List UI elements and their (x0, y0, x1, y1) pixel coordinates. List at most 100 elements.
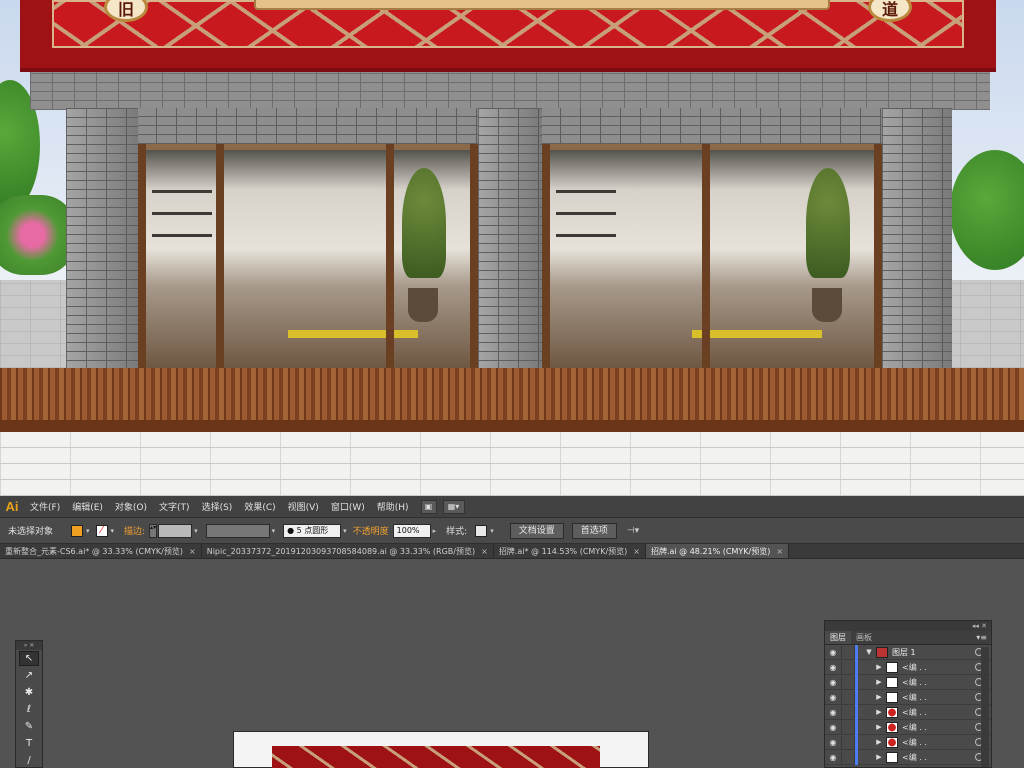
sublayer-row[interactable]: ◉ ▶ <编 . . (825, 689, 991, 705)
menu-view[interactable]: 视图(V) (282, 500, 325, 513)
panel-menu-icon[interactable]: ▾≡ (976, 631, 991, 644)
artboard[interactable] (233, 731, 649, 768)
sublayer-name[interactable]: <编 . . (902, 707, 975, 718)
layer-name[interactable]: 图层 1 (892, 647, 975, 658)
menu-file[interactable]: 文件(F) (24, 500, 66, 513)
stroke-weight-stepper[interactable]: ▴▾ (149, 523, 158, 538)
eye-icon[interactable]: ◉ (825, 723, 841, 732)
eye-icon[interactable]: ◉ (825, 693, 841, 702)
layers-panel-tabs: 图层 画板 ▾≡ (825, 631, 991, 645)
sublayer-name[interactable]: <编 . . (902, 722, 975, 733)
stroke-dropdown-icon[interactable]: ▾ (109, 527, 117, 535)
stroke-weight-dropdown-icon[interactable]: ▾ (192, 527, 200, 535)
sublayer-row[interactable]: ◉ ▶ <编 . . (825, 734, 991, 750)
chevron-right-icon[interactable]: ▶ (874, 678, 884, 686)
eye-icon[interactable]: ◉ (825, 753, 841, 762)
document-tab[interactable]: Nipic_20337372_20191203093708584089.ai @… (201, 544, 494, 558)
lock-toggle[interactable] (841, 705, 855, 719)
lock-toggle[interactable] (841, 690, 855, 704)
chevron-down-icon[interactable]: ▼ (864, 648, 874, 656)
close-icon[interactable]: × (189, 547, 196, 556)
layers-scrollbar[interactable] (981, 647, 989, 767)
chevron-right-icon[interactable]: ▶ (874, 693, 884, 701)
sublayer-name[interactable]: <编 . . (902, 692, 975, 703)
graphic-style-swatch[interactable] (475, 524, 488, 537)
lock-toggle[interactable] (841, 720, 855, 734)
sublayer-name[interactable]: <编 . . (902, 752, 975, 763)
lock-toggle[interactable] (841, 675, 855, 689)
eye-icon[interactable]: ◉ (825, 708, 841, 717)
document-setup-button[interactable]: 文档设置 (509, 522, 564, 539)
profile-dropdown-icon[interactable]: ▾ (270, 527, 278, 535)
eye-icon[interactable]: ◉ (825, 678, 841, 687)
chevron-right-icon[interactable]: ▶ (874, 663, 884, 671)
brush-definition[interactable]: ● 5 点圆形 (283, 523, 342, 538)
sublayer-row[interactable]: ◉ ▶ <编 . . (825, 749, 991, 765)
chevron-right-icon[interactable]: ▶ (874, 753, 884, 761)
menu-select[interactable]: 选择(S) (196, 500, 239, 513)
sublayer-name[interactable]: <编 . . (902, 737, 975, 748)
lock-toggle[interactable] (841, 750, 855, 764)
document-tab[interactable]: 重新整合_元素-CS6.ai* @ 33.33% (CMYK/预览) × (0, 544, 202, 558)
variable-width-profile[interactable] (205, 523, 270, 538)
bridge-icon[interactable]: ▣ (420, 499, 437, 514)
close-icon[interactable]: × (776, 547, 783, 556)
stroke-swatch[interactable]: ⁄ (95, 524, 108, 537)
close-icon[interactable]: × (633, 547, 640, 556)
stroke-label[interactable]: 描边: (120, 524, 149, 537)
document-tab-active[interactable]: 招牌.ai @ 48.21% (CMYK/预览) × (645, 544, 790, 558)
menu-edit[interactable]: 编辑(E) (66, 500, 109, 513)
type-tool-icon[interactable]: T (16, 735, 42, 752)
brick-beam (30, 72, 990, 110)
opacity-dropdown-icon[interactable]: ▸ (431, 527, 439, 535)
stroke-weight-input[interactable] (158, 523, 193, 538)
line-tool-icon[interactable]: / (16, 752, 42, 768)
sublayer-row[interactable]: ◉ ▶ <编 . . (825, 674, 991, 690)
artwork-signboard[interactable] (272, 746, 600, 768)
tab-artboards[interactable]: 画板 (851, 631, 877, 644)
direct-selection-tool-icon[interactable]: ↗ (16, 667, 42, 684)
lasso-tool-icon[interactable]: ℓ (16, 701, 42, 718)
selection-tool-icon[interactable]: ↖ (19, 651, 39, 666)
sublayer-row[interactable]: ◉ ▶ <编 . . (825, 719, 991, 735)
sublayer-name[interactable]: <编 . . (902, 662, 975, 673)
menu-window[interactable]: 窗口(W) (325, 500, 371, 513)
lock-toggle[interactable] (841, 735, 855, 749)
opacity-input[interactable]: 100% (392, 523, 431, 538)
layer-row-top[interactable]: ◉ ▼ 图层 1 (825, 644, 991, 660)
tools-panel: » ✕ ↖ ↗ ✱ ℓ ✎ T / (15, 640, 43, 768)
style-label: 样式: (446, 527, 468, 537)
brush-dropdown-icon[interactable]: ▾ (341, 527, 349, 535)
style-dropdown-icon[interactable]: ▾ (488, 527, 496, 535)
eye-icon[interactable]: ◉ (825, 738, 841, 747)
document-tab[interactable]: 招牌.ai* @ 114.53% (CMYK/预览) × (493, 544, 646, 558)
opacity-label[interactable]: 不透明度 (349, 524, 393, 537)
arrange-documents-icon[interactable]: ▦▾ (442, 499, 465, 514)
fill-swatch[interactable] (71, 524, 84, 537)
tab-layers[interactable]: 图层 (825, 631, 851, 644)
eye-icon[interactable]: ◉ (825, 663, 841, 672)
layer-thumbnail (886, 706, 898, 718)
panel-collapse-close[interactable]: ◂◂ ✕ (825, 621, 991, 631)
tools-panel-header[interactable]: » ✕ (16, 641, 42, 650)
pen-tool-icon[interactable]: ✎ (16, 718, 42, 735)
lock-toggle[interactable] (841, 660, 855, 674)
menu-effect[interactable]: 效果(C) (238, 500, 281, 513)
sublayer-row[interactable]: ◉ ▶ <编 . . (825, 659, 991, 675)
fill-dropdown-icon[interactable]: ▾ (84, 527, 92, 535)
close-icon[interactable]: × (481, 547, 488, 556)
lock-toggle[interactable] (841, 645, 855, 659)
align-options-icon[interactable]: ⊣▾ (625, 526, 641, 536)
layer-thumbnail (876, 646, 888, 658)
menu-object[interactable]: 对象(O) (109, 500, 153, 513)
chevron-right-icon[interactable]: ▶ (874, 708, 884, 716)
menu-type[interactable]: 文字(T) (153, 500, 196, 513)
magic-wand-tool-icon[interactable]: ✱ (16, 684, 42, 701)
chevron-right-icon[interactable]: ▶ (874, 723, 884, 731)
menu-help[interactable]: 帮助(H) (371, 500, 415, 513)
eye-icon[interactable]: ◉ (825, 648, 841, 657)
preferences-button[interactable]: 首选项 (571, 522, 617, 539)
chevron-right-icon[interactable]: ▶ (874, 738, 884, 746)
sublayer-name[interactable]: <编 . . (902, 677, 975, 688)
sublayer-row[interactable]: ◉ ▶ <编 . . (825, 704, 991, 720)
